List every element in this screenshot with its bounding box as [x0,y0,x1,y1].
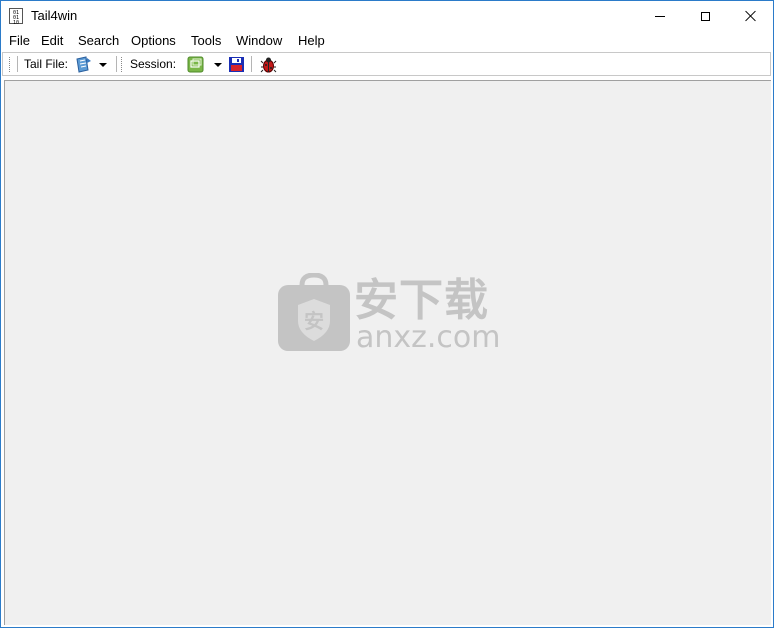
watermark-chinese-text: 安下载 [354,275,489,326]
menu-edit[interactable]: Edit [41,33,63,48]
window-title: Tail4win [31,8,78,23]
watermark-domain-text: anxz.com [356,320,501,355]
toolbar-separator [17,56,18,72]
menu-file[interactable]: File [9,33,30,48]
toolbar-grip[interactable] [121,57,123,72]
menu-search[interactable]: Search [78,33,119,48]
client-area[interactable]: 安 安下载 anxz.com [4,80,771,625]
toolbar-separator [116,56,117,72]
toolbar: Tail File: Session: [2,52,771,76]
open-file-icon[interactable] [75,56,92,73]
close-icon [745,10,757,22]
watermark-badge-char: 安 [304,309,324,333]
toolbar-separator [251,56,252,72]
menu-tools[interactable]: Tools [191,33,221,48]
menu-options[interactable]: Options [131,33,176,48]
toolbar-grip[interactable] [9,57,11,72]
menu-help[interactable]: Help [298,33,325,48]
session-icon[interactable] [187,56,204,73]
app-window: 01 01 10 Tail4win File Edit Search Optio… [0,0,774,628]
maximize-button[interactable] [682,1,728,31]
shield-icon: 安 [278,273,350,351]
menu-bar: File Edit Search Options Tools Window He… [1,31,773,51]
save-icon[interactable] [228,56,245,73]
bug-icon[interactable] [260,56,277,73]
menu-window[interactable]: Window [236,33,282,48]
title-bar[interactable]: 01 01 10 Tail4win [1,1,773,31]
minimize-button[interactable] [637,1,683,31]
close-button[interactable] [728,1,773,31]
tail-file-dropdown[interactable] [99,63,107,67]
minimize-icon [655,15,665,17]
watermark: 安 安下载 anxz.com [278,273,501,355]
session-dropdown[interactable] [214,63,222,67]
tail-file-label: Tail File: [24,57,69,71]
app-icon[interactable]: 01 01 10 [9,8,23,26]
session-label: Session: [130,57,177,71]
maximize-icon [700,11,710,21]
